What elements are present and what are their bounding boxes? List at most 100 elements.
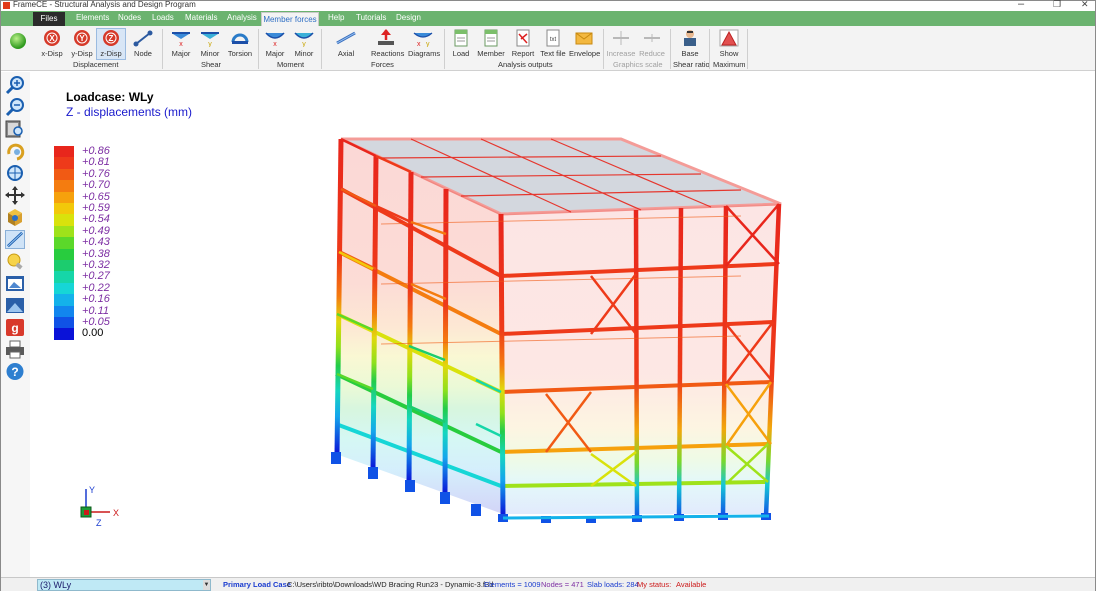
structure-frame [331, 137, 782, 523]
x-disp-icon: X [44, 30, 60, 46]
member-icon [484, 29, 498, 47]
envelope-button[interactable]: Envelope [569, 29, 601, 59]
svg-text:x: x [417, 41, 421, 47]
shear-major-label: Major [171, 49, 191, 58]
shear-major-button[interactable]: x Major [166, 29, 196, 59]
title-bar: FrameCE - Structural Analysis and Design… [1, 0, 1095, 11]
moment-major-button[interactable]: x Major [260, 29, 290, 59]
y-disp-icon: Y [74, 30, 90, 46]
node-button[interactable]: Node [128, 29, 158, 59]
menu-nodes[interactable]: Nodes [118, 13, 141, 22]
text-file-glyph: txt [550, 37, 557, 43]
x-disp-button[interactable]: X x-Disp [37, 29, 67, 59]
y-disp-label: y-Disp [71, 49, 93, 58]
z-disp-button[interactable]: Z z-Disp [96, 28, 126, 60]
zoom-out-icon[interactable] [5, 98, 25, 117]
close-button[interactable]: ✕ [1081, 0, 1089, 10]
shear-ratio-group-label: Shear ratio [673, 60, 710, 69]
separator [603, 29, 604, 69]
member-output-button[interactable]: Member [476, 29, 506, 59]
bulb-icon[interactable] [5, 252, 25, 271]
rotate-icon[interactable] [5, 142, 25, 161]
pan-icon[interactable] [5, 186, 25, 205]
menu-member-forces[interactable]: Member forces [261, 12, 319, 27]
load-icon [454, 29, 468, 47]
model-viewport[interactable]: Loadcase: WLy Z - displacements (mm) +0.… [31, 72, 1095, 577]
x-disp-label: x-Disp [41, 49, 63, 58]
menu-tutorials[interactable]: Tutorials [356, 13, 386, 22]
load-output-label: Load [452, 49, 470, 58]
reduce-button[interactable]: Reduce [637, 29, 667, 59]
print-icon[interactable] [5, 340, 25, 359]
menu-files[interactable]: Files [33, 12, 65, 26]
increase-button[interactable]: Increase [606, 29, 636, 59]
shear-minor-button[interactable]: y Minor [195, 29, 225, 59]
legend-swatch [54, 237, 74, 250]
diagrams-button[interactable]: xy Diagrams [408, 29, 440, 59]
report-icon [516, 29, 530, 47]
status-bar: (3) WLy ▼ Primary Load Case C:\Users\rib… [1, 577, 1095, 591]
separator [709, 29, 710, 69]
svg-text:x: x [273, 41, 277, 47]
separator [444, 29, 445, 69]
zoom-in-icon[interactable] [5, 76, 25, 95]
base-shear-button[interactable]: Base [675, 29, 705, 59]
text-file-button[interactable]: txt Text file [538, 29, 568, 59]
green-ball-button[interactable] [3, 32, 33, 62]
separator [321, 29, 322, 69]
legend-value: +0.81 [82, 156, 110, 169]
menu-analysis[interactable]: Analysis [227, 13, 257, 22]
legend-value: +0.76 [82, 167, 110, 180]
legend-swatch [54, 294, 74, 307]
structure-model[interactable] [321, 134, 821, 524]
reactions-icon [378, 29, 394, 45]
y-disp-button[interactable]: Y y-Disp [67, 29, 97, 59]
diagrams-icon: xy [413, 32, 433, 47]
image-icon[interactable] [5, 296, 25, 315]
member-output-label: Member [477, 49, 505, 58]
legend-value: +0.27 [82, 270, 110, 283]
report-label: Report [511, 49, 535, 58]
my-status-label: My status: [637, 580, 672, 589]
zoom-extents-icon[interactable] [5, 164, 25, 183]
graphics-scale-group-label: Graphics scale [613, 60, 663, 69]
reactions-button[interactable]: Reactions [371, 29, 405, 59]
loadcase-select[interactable]: (3) WLy ▼ [37, 579, 211, 591]
legend-value: +0.54 [82, 213, 110, 226]
reactions-label: Reactions [371, 49, 405, 58]
menu-elements[interactable]: Elements [76, 13, 109, 22]
google-icon[interactable]: g [5, 318, 25, 337]
moment-group-label: Moment [277, 60, 305, 69]
help-icon[interactable]: ? [5, 362, 25, 381]
menu-design[interactable]: Design [396, 13, 421, 22]
menu-help[interactable]: Help [328, 13, 344, 22]
menu-materials[interactable]: Materials [185, 13, 217, 22]
show-maximum-button[interactable]: Show [714, 29, 744, 59]
loadcase-title: Loadcase: WLy [66, 90, 154, 104]
legend-value: +0.38 [82, 247, 110, 260]
axial-button[interactable]: Axial [331, 29, 361, 59]
legend-value: +0.43 [82, 236, 110, 249]
z-axis-label: Z [96, 518, 102, 528]
moment-minor-button[interactable]: y Minor [289, 29, 319, 59]
increase-icon [613, 31, 629, 45]
torsion-button[interactable]: Torsion [225, 29, 255, 59]
legend-swatch [54, 260, 74, 272]
svg-text:g: g [11, 321, 18, 335]
reduce-label: Reduce [639, 49, 665, 58]
legend-swatch [54, 305, 74, 318]
restore-button[interactable]: ❐ [1053, 0, 1061, 10]
legend-swatch [54, 168, 74, 181]
zoom-window-icon[interactable] [5, 120, 25, 139]
envelope-icon [575, 32, 593, 45]
view-3d-icon[interactable] [5, 208, 25, 227]
envelope-label: Envelope [569, 49, 601, 58]
report-button[interactable]: Report [508, 29, 538, 59]
legend-swatch [54, 146, 74, 158]
load-output-button[interactable]: Load [446, 29, 476, 59]
minimize-button[interactable]: – [1018, 0, 1024, 10]
chevron-down-icon[interactable]: ▼ [203, 580, 210, 590]
member-select-icon[interactable] [5, 230, 25, 249]
menu-loads[interactable]: Loads [152, 13, 174, 22]
window-view-icon[interactable] [5, 274, 25, 293]
